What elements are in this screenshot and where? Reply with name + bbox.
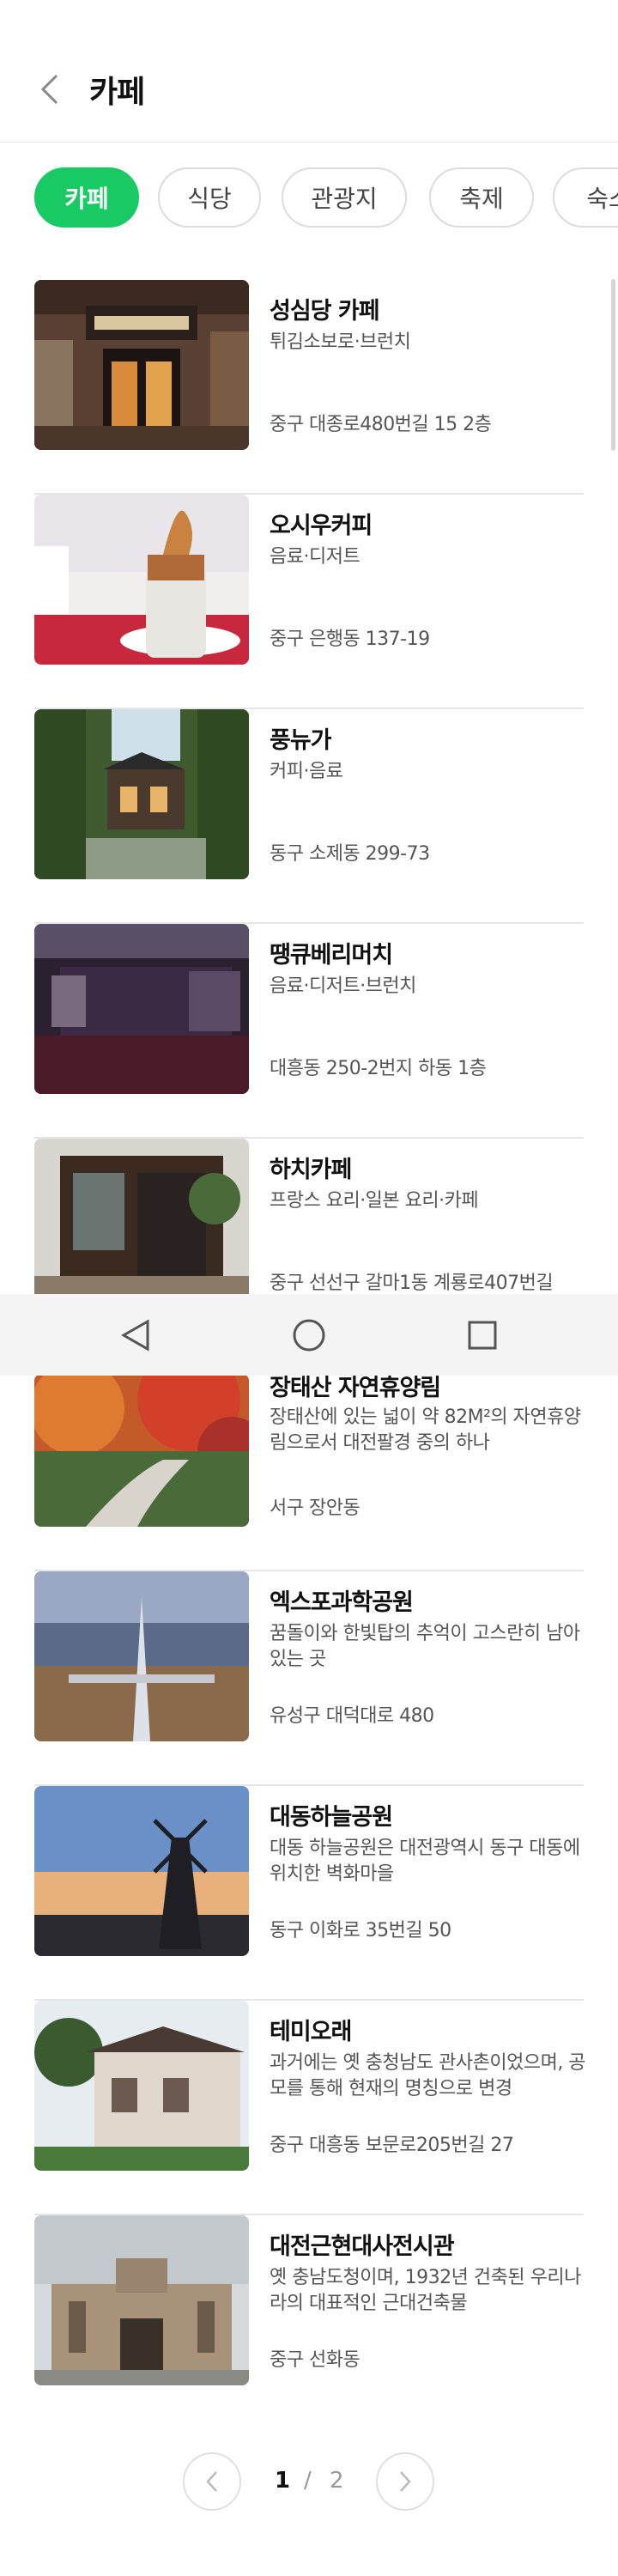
app-header: 카페 — [0, 0, 618, 143]
item-description: 커피·음료 — [270, 761, 343, 782]
item-address: 중구 선화동 — [270, 2349, 360, 2371]
list-item[interactable]: 테미오래 과거에는 옛 충청남도 관사촌이었으며, 공모를 통해 현재의 명칭으… — [34, 2001, 586, 2215]
item-address: 동구 소제동 299-73 — [270, 843, 430, 865]
item-address: 중구 대흥동 보문로205번길 27 — [270, 2135, 514, 2156]
item-name: 하치카페 — [270, 1157, 352, 1183]
item-description: 옛 충남도청이며, 1932년 건축된 우리나라의 대표적인 근대건축물 — [270, 2267, 581, 2314]
item-name: 땡큐베리머치 — [270, 942, 393, 969]
current-page: 1 — [275, 2468, 291, 2494]
item-address: 서구 장안동 — [270, 1498, 360, 1519]
item-description: 과거에는 옛 충청남도 관사촌이었으며, 공모를 통해 현재의 명칭으로 변경 — [270, 2052, 586, 2099]
item-thumbnail — [34, 495, 249, 665]
item-thumbnail — [34, 1139, 249, 1309]
item-name: 풍뉴가 — [270, 727, 332, 754]
item-name: 성심당 카페 — [270, 298, 380, 325]
prev-page-button[interactable] — [183, 2452, 241, 2511]
item-name: 대전근현대사전시관 — [270, 2233, 455, 2260]
list-item[interactable]: 대전근현대사전시관 옛 충남도청이며, 1932년 건축된 우리나라의 대표적인… — [34, 2215, 584, 2430]
back-button[interactable] — [34, 70, 65, 108]
item-address: 중구 대종로480번길 15 2층 — [270, 414, 492, 435]
tab-tourist-spot[interactable]: 관광지 — [282, 167, 407, 228]
item-description: 장태산에 있는 넓이 약 82M²의 자연휴양림으로서 대전팔경 중의 하나 — [270, 1406, 581, 1454]
tab-festival[interactable]: 축제 — [429, 167, 534, 228]
category-tabs: 카페 식당 관광지 축제 숙소 — [0, 167, 618, 231]
nav-home-button[interactable] — [283, 1311, 335, 1359]
chevron-right-icon — [400, 2471, 411, 2492]
item-thumbnail — [34, 1374, 249, 1527]
item-thumbnail — [34, 709, 249, 879]
chevron-left-icon — [206, 2471, 217, 2492]
page-title: 카페 — [89, 75, 145, 110]
item-thumbnail — [34, 2215, 249, 2385]
list-item[interactable]: 땡큐베리머치 음료·디저트·브런치 대흥동 250-2번지 하동 1층 — [34, 924, 584, 1139]
square-recents-icon — [468, 1321, 497, 1350]
item-description: 튀김소보로·브런치 — [270, 331, 411, 353]
item-address: 중구 은행동 137-19 — [270, 629, 430, 650]
item-name: 대동하늘공원 — [270, 1804, 393, 1831]
list-item[interactable]: 오시우커피 음료·디저트 중구 은행동 137-19 — [34, 495, 584, 709]
tab-cafe[interactable]: 카페 — [34, 167, 139, 228]
item-thumbnail — [34, 280, 249, 450]
item-description: 대동 하늘공원은 대전광역시 동구 대동에 위치한 벽화마을 — [270, 1838, 580, 1885]
pagination: 1 / 2 — [0, 2447, 618, 2516]
page-separator: / — [304, 2468, 312, 2494]
scrollbar[interactable] — [611, 279, 615, 451]
item-thumbnail — [34, 2001, 249, 2171]
list-item[interactable]: 엑스포과학공원 꿈돌이와 한빛탑의 추억이 고스란히 남아있는 곳 유성구 대덕… — [34, 1571, 584, 1786]
item-name: 테미오래 — [270, 2019, 352, 2045]
list-item[interactable]: 대동하늘공원 대동 하늘공원은 대전광역시 동구 대동에 위치한 벽화마을 동구… — [34, 1786, 584, 2001]
nav-recents-button[interactable] — [457, 1311, 508, 1359]
item-address: 대흥동 250-2번지 하동 1층 — [270, 1058, 487, 1079]
next-page-button[interactable] — [376, 2452, 434, 2511]
triangle-back-icon — [120, 1319, 149, 1352]
item-address: 중구 선선구 갈마1동 계룡로407번길 — [270, 1273, 554, 1294]
list-item[interactable]: 풍뉴가 커피·음료 동구 소제동 299-73 — [34, 709, 584, 924]
item-description: 프랑스 요리·일본 요리·카페 — [270, 1190, 479, 1212]
tab-lodging[interactable]: 숙소 — [553, 167, 618, 228]
list-item[interactable]: 성심당 카페 튀김소보로·브런치 중구 대종로480번길 15 2층 — [34, 280, 584, 495]
nav-back-button[interactable] — [110, 1311, 161, 1359]
item-name: 오시우커피 — [270, 513, 373, 539]
item-thumbnail — [34, 1571, 249, 1741]
chevron-left-icon — [40, 74, 58, 105]
item-address: 동구 이화로 35번길 50 — [270, 1920, 451, 1941]
system-navigation-bar — [0, 1294, 618, 1376]
item-description: 음료·디저트·브런치 — [270, 975, 416, 997]
circle-home-icon — [293, 1319, 325, 1352]
item-description: 꿈돌이와 한빛탑의 추억이 고스란히 남아있는 곳 — [270, 1623, 580, 1670]
item-thumbnail — [34, 924, 249, 1094]
list-item[interactable]: 장태산 자연휴양림 장태산에 있는 넓이 약 82M²의 자연휴양림으로서 대전… — [34, 1357, 584, 1571]
total-pages: 2 — [330, 2468, 344, 2494]
item-address: 유성구 대덕대로 480 — [270, 1705, 434, 1727]
tab-restaurant[interactable]: 식당 — [158, 167, 261, 228]
item-name: 엑스포과학공원 — [270, 1589, 414, 1616]
item-description: 음료·디저트 — [270, 546, 360, 568]
item-thumbnail — [34, 1786, 249, 1956]
